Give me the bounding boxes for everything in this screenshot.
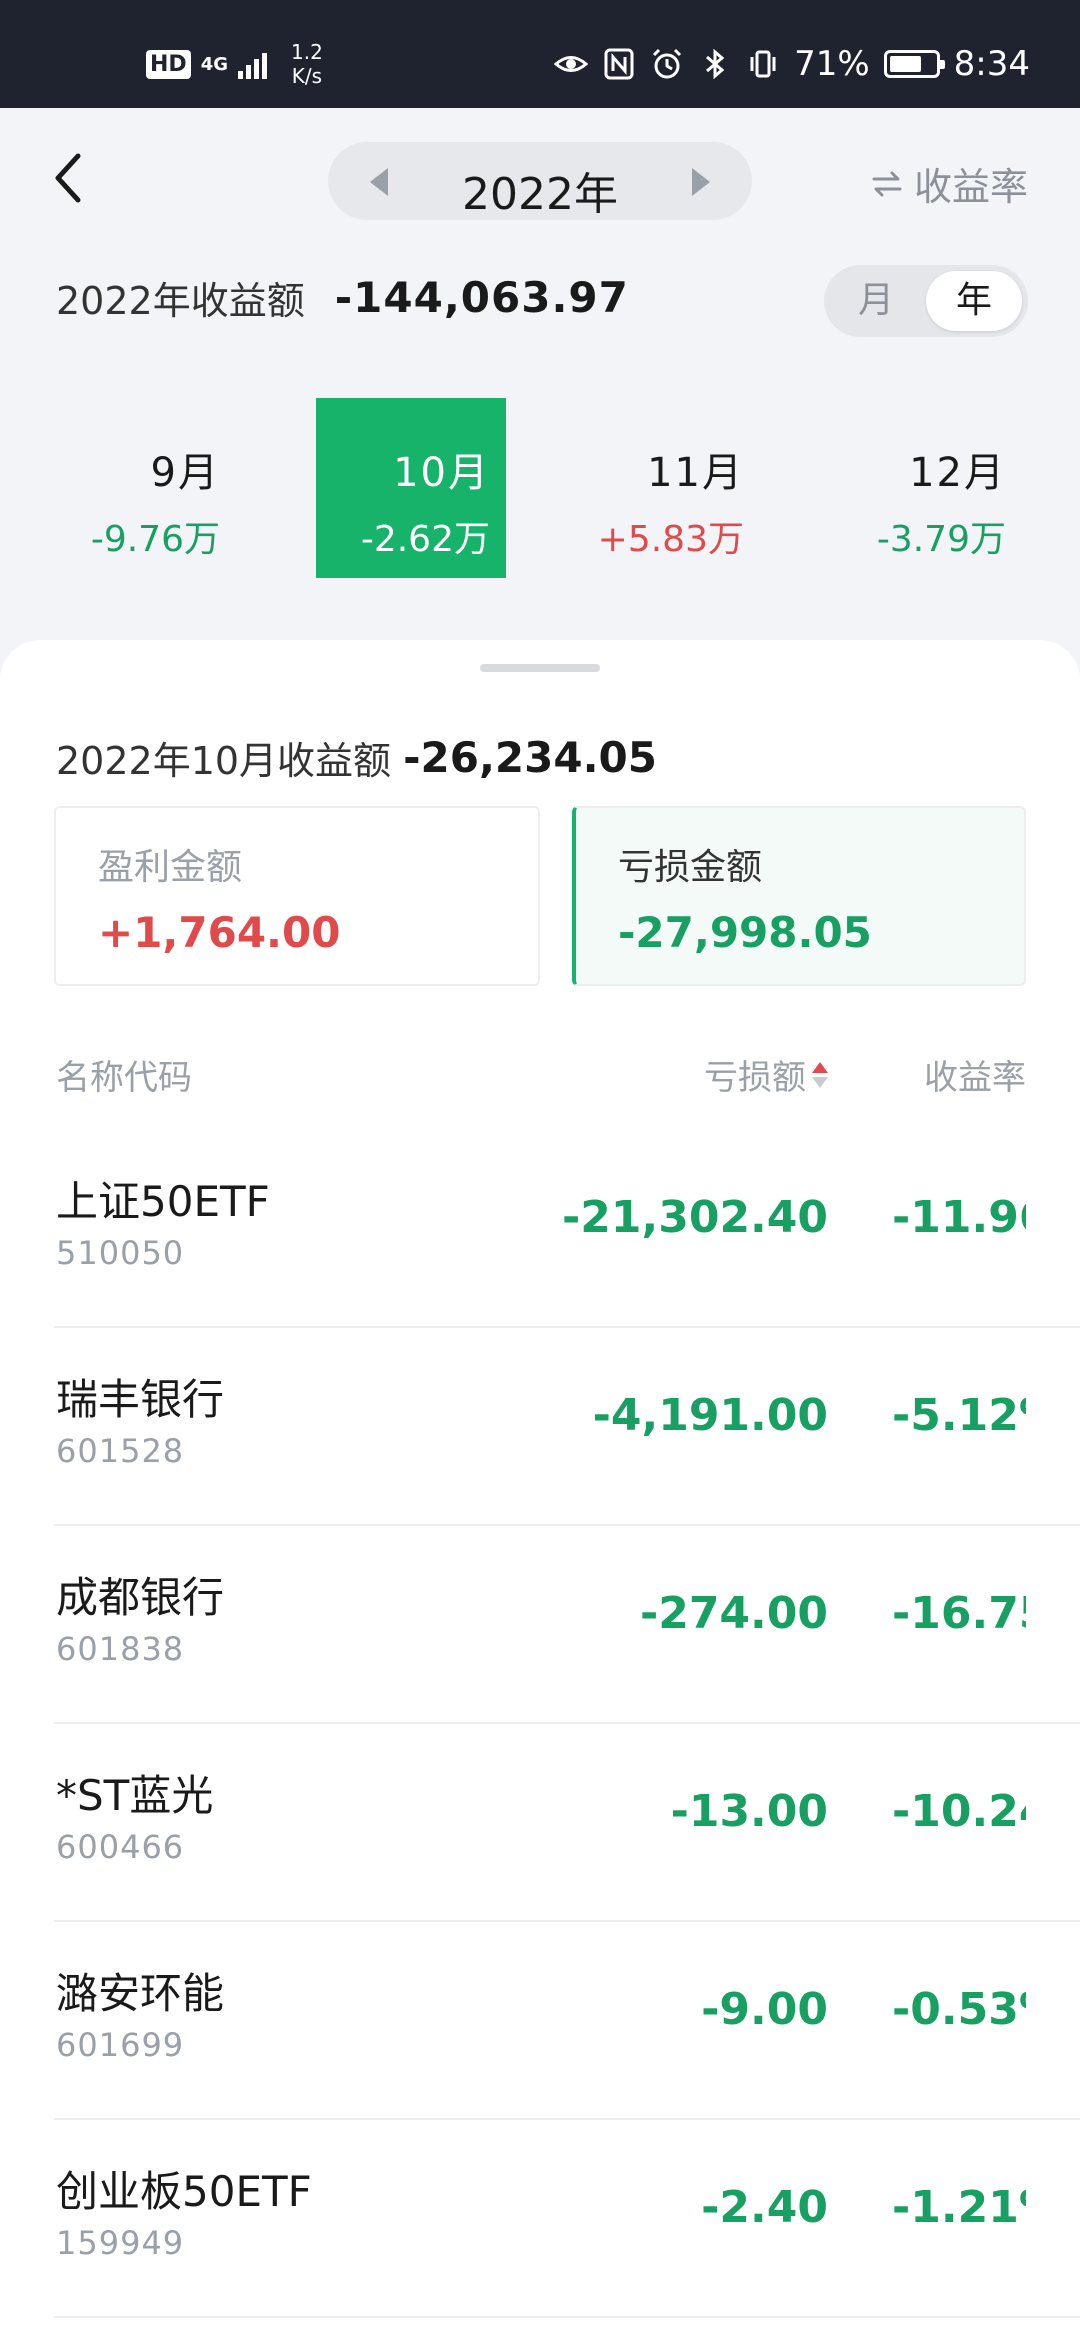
month-item[interactable]: 12月 -3.79万 — [832, 398, 1022, 578]
month-name: 9月 — [150, 450, 220, 496]
profit-label: 盈利金额 — [98, 847, 243, 888]
status-left: HD 4G 1.2 K/s — [146, 40, 323, 88]
stock-loss: -13.00 — [670, 1786, 828, 1837]
swap-icon — [872, 171, 902, 196]
year-selector: 2022年 — [328, 142, 752, 220]
stock-name: 上证50ETF — [56, 1177, 270, 1226]
alarm-icon — [653, 48, 682, 79]
profit-card[interactable]: 盈利金额 +1,764.00 — [54, 806, 540, 986]
stock-code: 601699 — [56, 2026, 185, 2064]
stock-loss: -9.00 — [701, 1984, 828, 2035]
back-arrow-icon[interactable] — [46, 148, 96, 208]
rate-toggle-button[interactable]: 收益率 — [870, 156, 1028, 211]
table-row[interactable]: 瑞丰银行 601528 -4,191.00 -5.12% — [54, 1328, 1080, 1526]
battery-icon — [883, 50, 945, 78]
header: 2022年 收益率 — [0, 108, 1080, 228]
month-name: 11月 — [647, 450, 744, 496]
column-loss-sort[interactable]: 亏损额 — [704, 1050, 828, 1099]
loss-label: 亏损金额 — [618, 847, 763, 888]
eye-icon — [554, 56, 589, 72]
stock-rate: -11.96% — [892, 1192, 1026, 1243]
stock-loss: -274.00 — [639, 1588, 828, 1639]
month-item[interactable]: 11月 +5.83万 — [570, 398, 760, 578]
year-summary: 2022年收益额 -144,063.97 — [56, 270, 629, 325]
battery-percent: 71% — [794, 44, 870, 84]
stock-loss: -4,191.00 — [592, 1390, 828, 1441]
month-name: 12月 — [909, 450, 1006, 496]
signal-icon — [238, 49, 267, 79]
stock-code: 601528 — [56, 1432, 185, 1470]
stock-code: 510050 — [56, 1234, 185, 1272]
table-row[interactable]: *ST蓝光 600466 -13.00 -10.24% — [54, 1724, 1080, 1922]
stock-name: 瑞丰银行 — [56, 1375, 225, 1424]
segment-month[interactable]: 月 — [828, 271, 924, 331]
next-year-icon[interactable] — [692, 168, 710, 196]
holdings-list: 上证50ETF 510050 -21,302.40 -11.96% 瑞丰银行 6… — [0, 1130, 1080, 2318]
vibrate-icon — [750, 50, 776, 78]
status-bar: HD 4G 1.2 K/s 71% 8:34 — [0, 0, 1080, 108]
period-segment: 月 年 — [824, 265, 1028, 337]
network-type: 4G — [200, 53, 228, 75]
year-label: 2022年 — [462, 169, 618, 220]
status-right: 71% 8:34 — [554, 44, 1030, 84]
stock-loss: -21,302.40 — [562, 1192, 828, 1243]
column-loss-label: 亏损额 — [704, 1058, 806, 1098]
speed-unit: K/s — [291, 64, 323, 88]
month-summary-value: -26,234.05 — [403, 733, 657, 782]
sort-icon — [812, 1060, 828, 1090]
column-name-code: 名称代码 — [56, 1058, 192, 1098]
stock-name: 成都银行 — [56, 1573, 225, 1622]
table-row[interactable]: 创业板50ETF 159949 -2.40 -1.21% — [54, 2120, 1080, 2318]
stock-name: *ST蓝光 — [56, 1771, 214, 1820]
month-summary-label: 2022年10月收益额 — [56, 739, 392, 783]
year-summary-value: -144,063.97 — [334, 273, 629, 322]
month-item[interactable]: 9月 -9.76万 — [46, 398, 236, 578]
table-row[interactable]: 成都银行 601838 -274.00 -16.75% — [54, 1526, 1080, 1724]
year-summary-label: 2022年收益额 — [56, 279, 305, 323]
month-name: 10月 — [393, 450, 490, 496]
stock-rate: -0.53% — [892, 1984, 1026, 2035]
stock-code: 159949 — [56, 2224, 185, 2262]
hd-badge: HD — [146, 49, 191, 79]
stock-name: 潞安环能 — [56, 1969, 225, 2018]
battery-fill — [889, 56, 921, 72]
stock-code: 600466 — [56, 1828, 185, 1866]
sheet-drag-handle[interactable] — [480, 664, 600, 672]
stock-name: 创业板50ETF — [56, 2167, 312, 2216]
table-row[interactable]: 潞安环能 601699 -9.00 -0.53% — [54, 1922, 1080, 2120]
segment-year[interactable]: 年 — [926, 271, 1022, 331]
month-value: -2.62万 — [360, 519, 490, 560]
month-item-selected[interactable]: 10月 -2.62万 — [316, 398, 506, 578]
stock-code: 601838 — [56, 1630, 185, 1668]
month-value: -9.76万 — [90, 519, 220, 560]
loss-card[interactable]: 亏损金额 -27,998.05 — [572, 806, 1026, 986]
stock-rate: -16.75% — [892, 1588, 1026, 1639]
column-rate[interactable]: 收益率 — [924, 1050, 1026, 1099]
stock-rate: -1.21% — [892, 2182, 1026, 2233]
stock-rate: -10.24% — [892, 1786, 1026, 1837]
loss-value: -27,998.05 — [618, 908, 872, 957]
profit-value: +1,764.00 — [98, 908, 341, 957]
month-value: +5.83万 — [597, 519, 744, 560]
month-summary: 2022年10月收益额 -26,234.05 — [56, 730, 657, 785]
stock-loss: -2.40 — [701, 2182, 828, 2233]
nfc-icon — [604, 48, 634, 80]
stock-rate: -5.12% — [892, 1390, 1026, 1441]
clock: 8:34 — [953, 44, 1030, 84]
month-strip: 9月 -9.76万 10月 -2.62万 11月 +5.83万 12月 -3.7… — [0, 398, 1080, 580]
network-speed: 1.2 K/s — [291, 40, 323, 88]
speed-value: 1.2 — [291, 40, 323, 64]
table-row[interactable]: 上证50ETF 510050 -21,302.40 -11.96% — [54, 1130, 1080, 1328]
month-value: -3.79万 — [876, 519, 1006, 560]
bluetooth-icon — [706, 48, 725, 80]
table-header: 名称代码 亏损额 收益率 — [56, 1050, 1026, 1110]
rate-toggle-label: 收益率 — [913, 165, 1028, 209]
detail-sheet: 2022年10月收益额 -26,234.05 盈利金额 +1,764.00 亏损… — [0, 640, 1080, 2340]
